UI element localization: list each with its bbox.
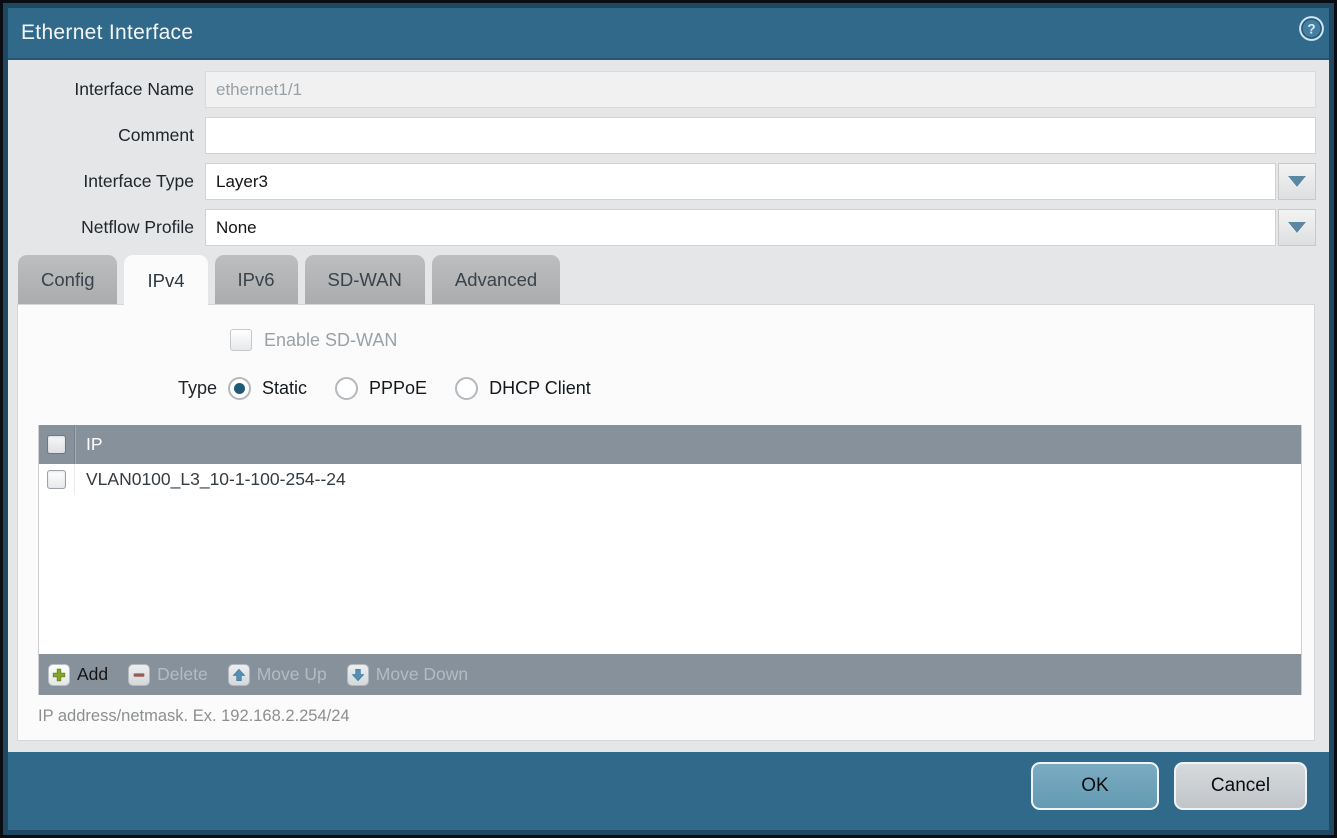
type-label: Type (18, 378, 217, 399)
tab-bar: Config IPv4 IPv6 SD-WAN Advanced (8, 255, 1329, 304)
ip-format-hint: IP address/netmask. Ex. 192.168.2.254/24 (38, 707, 1314, 726)
static-radio[interactable] (228, 377, 251, 400)
comment-input[interactable] (205, 117, 1316, 154)
enable-sdwan-checkbox (230, 329, 252, 351)
form-area: Interface Name Comment Interface Type La… (8, 60, 1329, 246)
interface-type-select[interactable]: Layer3 (205, 163, 1276, 200)
add-button-label: Add (77, 664, 108, 685)
chevron-down-icon (1288, 222, 1306, 233)
help-icon[interactable]: ? (1298, 15, 1325, 42)
select-all-checkbox[interactable] (47, 435, 66, 454)
column-header-ip: IP (75, 434, 103, 455)
netflow-profile-dropdown-button[interactable] (1278, 209, 1316, 246)
interface-name-input (205, 71, 1316, 108)
radio-option-dhcp-client[interactable]: DHCP Client (455, 377, 591, 400)
ip-table-body: VLAN0100_L3_10-1-100-254--24 (39, 464, 1301, 654)
ethernet-interface-dialog: Ethernet Interface ? Interface Name Comm… (0, 0, 1337, 838)
tab-ipv4[interactable]: IPv4 (124, 255, 207, 306)
dialog-title: Ethernet Interface (21, 21, 193, 45)
table-row[interactable]: VLAN0100_L3_10-1-100-254--24 (39, 464, 1301, 495)
ipv4-panel: Enable SD-WAN Type Static PPPoE DHCP Cli… (17, 304, 1315, 741)
delete-button-label: Delete (157, 664, 208, 685)
type-row: Type Static PPPoE DHCP Client (18, 377, 1314, 400)
move-down-button: Move Down (347, 664, 468, 686)
netflow-profile-label: Netflow Profile (8, 209, 205, 246)
ip-table: IP VLAN0100_L3_10-1-100-254--24 (38, 425, 1302, 695)
interface-type-dropdown-button[interactable] (1278, 163, 1316, 200)
radio-option-pppoe[interactable]: PPPoE (335, 377, 427, 400)
tab-ipv6[interactable]: IPv6 (215, 255, 298, 304)
plus-icon (48, 664, 70, 686)
radio-option-static[interactable]: Static (228, 377, 307, 400)
chevron-down-icon (1288, 176, 1306, 187)
tab-config[interactable]: Config (18, 255, 117, 304)
move-down-button-label: Move Down (376, 664, 468, 685)
netflow-profile-select[interactable]: None (205, 209, 1276, 246)
pppoe-radio-label: PPPoE (369, 378, 427, 399)
row-checkbox-cell (39, 464, 75, 495)
enable-sdwan-label: Enable SD-WAN (264, 330, 397, 351)
add-button[interactable]: Add (48, 664, 108, 686)
tab-advanced[interactable]: Advanced (432, 255, 560, 304)
ip-cell: VLAN0100_L3_10-1-100-254--24 (75, 469, 346, 490)
interface-name-label: Interface Name (8, 71, 205, 108)
minus-icon (128, 664, 150, 686)
row-checkbox[interactable] (47, 470, 66, 489)
ok-button[interactable]: OK (1031, 762, 1159, 810)
interface-type-label: Interface Type (8, 163, 205, 200)
cancel-button[interactable]: Cancel (1174, 762, 1307, 810)
comment-label: Comment (8, 117, 205, 154)
enable-sdwan-row: Enable SD-WAN (230, 329, 1314, 351)
move-up-button-label: Move Up (257, 664, 327, 685)
field-comment: Comment (8, 117, 1316, 154)
arrow-up-icon (228, 664, 250, 686)
pppoe-radio[interactable] (335, 377, 358, 400)
delete-button: Delete (128, 664, 208, 686)
field-netflow-profile: Netflow Profile None (8, 209, 1316, 246)
header-checkbox-cell (39, 425, 75, 464)
svg-text:?: ? (1307, 21, 1315, 36)
arrow-down-icon (347, 664, 369, 686)
ip-table-header: IP (39, 425, 1301, 464)
tab-sdwan[interactable]: SD-WAN (305, 255, 425, 304)
titlebar: Ethernet Interface (8, 8, 1329, 58)
field-interface-type: Interface Type Layer3 (8, 163, 1316, 200)
dhcp-client-radio[interactable] (455, 377, 478, 400)
field-interface-name: Interface Name (8, 71, 1316, 108)
dhcp-client-radio-label: DHCP Client (489, 378, 591, 399)
static-radio-label: Static (262, 378, 307, 399)
dialog-content: Interface Name Comment Interface Type La… (8, 58, 1329, 752)
table-toolbar: Add Delete (39, 654, 1301, 695)
move-up-button: Move Up (228, 664, 327, 686)
